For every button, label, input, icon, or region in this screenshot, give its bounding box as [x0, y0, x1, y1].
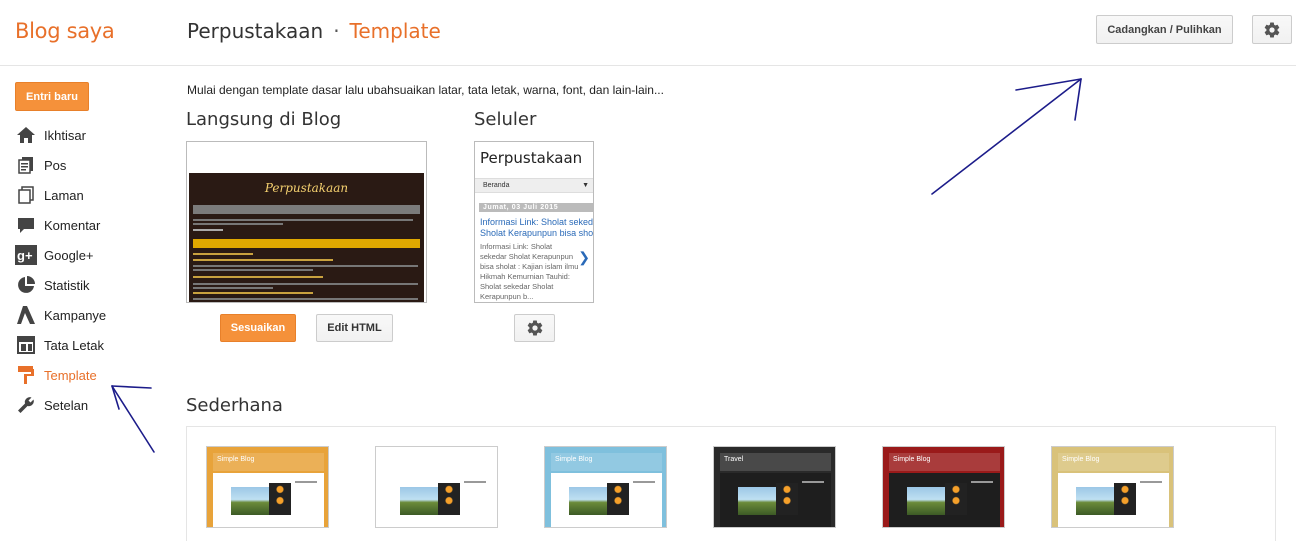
blogger-template-page: { "header": { "brand": "Blog saya", "bre…	[0, 0, 1296, 541]
annotation-arrow-backup	[931, 78, 1082, 195]
annotation-arrows	[111, 78, 1082, 453]
annotation-arrow-template	[111, 385, 155, 453]
